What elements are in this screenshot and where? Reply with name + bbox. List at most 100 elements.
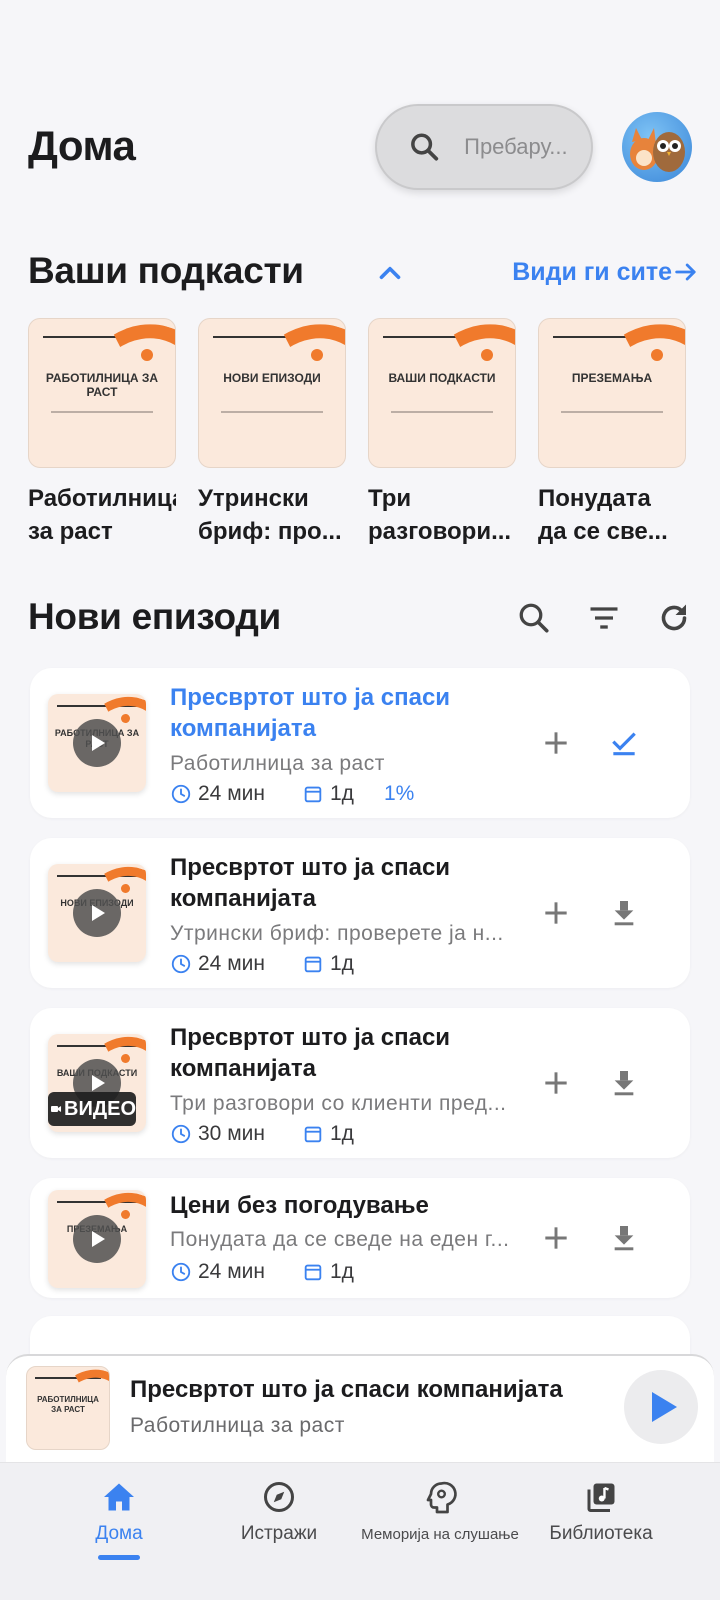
episode-date: 1д (330, 952, 354, 975)
episode-podcast: Три разговори со клиенти пред... (170, 1092, 507, 1115)
episode-date: 1д (330, 782, 354, 805)
episode-date: 1д (330, 1122, 354, 1145)
podcasts-carousel[interactable]: РАБОТИЛНИЦА ЗА РАСТ Работилница за раст … (28, 318, 720, 548)
episode-meta: 24 мин 1д 1% (170, 782, 414, 806)
clock-icon (171, 1124, 191, 1144)
calendar-icon (304, 1264, 322, 1281)
episode-thumbnail: НОВИ ЕПИЗОДИ (48, 864, 146, 962)
podcast-cover: ПРЕЗЕМАЊА (538, 318, 686, 468)
nav-label: Библиотека (549, 1523, 653, 1544)
play-icon[interactable] (73, 1215, 121, 1263)
cover-title: ВАШИ ПОДКАСТИ (388, 371, 496, 385)
calendar-icon (304, 1126, 322, 1143)
add-icon[interactable] (540, 727, 572, 759)
filter-icon[interactable] (586, 600, 622, 636)
library-icon (587, 1483, 615, 1512)
download-icon[interactable] (608, 897, 640, 929)
header: Дома Пребару... (28, 100, 692, 190)
episode-title: Пресвртот што ја спаси компанијата (170, 1024, 451, 1082)
podcast-name: Три разговори... (368, 485, 512, 545)
episode-meta: 24 мин 1д (170, 952, 384, 976)
cover-title: НОВИ ЕПИЗОДИ (223, 371, 321, 385)
see-all-link[interactable]: Види ги сите (512, 258, 672, 287)
clock-icon (171, 954, 191, 974)
mini-player-podcast: Работилница за раст (130, 1414, 345, 1437)
episode-podcast: Утрински бриф: проверете ја н... (170, 922, 504, 945)
download-icon[interactable] (608, 1222, 640, 1254)
podcast-card[interactable]: НОВИ ЕПИЗОДИ Утрински бриф: про... (198, 318, 346, 548)
calendar-icon (304, 956, 322, 973)
calendar-icon (304, 786, 322, 803)
search-icon (411, 133, 439, 161)
podcast-card[interactable]: ВАШИ ПОДКАСТИ Три разговори... (368, 318, 516, 548)
podcast-card[interactable]: ПРЕЗЕМАЊА Понудата да се све... (538, 318, 686, 548)
podcast-name: Утрински бриф: про... (198, 485, 342, 545)
episode-duration: 24 мин (198, 782, 265, 805)
clock-icon (171, 784, 191, 804)
episode-duration: 24 мин (198, 1260, 265, 1283)
home-icon (104, 1483, 134, 1511)
nav-item-home[interactable]: Дома (34, 1479, 204, 1560)
episode-podcast: Понудата да се сведе на еден г... (170, 1228, 510, 1251)
compass-icon (264, 1482, 294, 1512)
podcasts-section-header: Ваши подкасти Види ги сите (28, 250, 696, 300)
avatar[interactable] (622, 112, 692, 182)
mini-player-title: Пресвртот што ја спаси компанијата (130, 1376, 563, 1403)
chevron-up-icon[interactable] (373, 256, 407, 290)
search-icon[interactable] (516, 600, 552, 636)
episode-meta: 24 мин 1д (170, 1260, 384, 1284)
video-badge-label: ВИДЕО (64, 1097, 136, 1120)
podcast-name: Понудата да се све... (538, 485, 668, 545)
episodes-toolbar (516, 600, 692, 636)
podcast-name: Работилница за раст (28, 485, 176, 545)
clock-icon (171, 1262, 191, 1282)
mini-player-cover-title: РАБОТИЛНИЦА ЗА РАСТ (37, 1395, 99, 1414)
mini-player[interactable]: РАБОТИЛНИЦА ЗА РАСТ Пресвртот што ја спа… (6, 1354, 714, 1464)
arrow-right-icon[interactable] (672, 258, 700, 286)
episode-card[interactable]: РАБОТИЛНИЦА ЗА РАСТ Пресвртот што ја спа… (30, 668, 690, 818)
video-badge: ВИДЕО (48, 1092, 136, 1126)
episode-meta: 30 мин 1д (170, 1122, 384, 1146)
nav-item-library[interactable]: Библиотека (516, 1479, 686, 1545)
video-camera-icon (51, 1105, 62, 1113)
play-icon[interactable] (73, 719, 121, 767)
episode-date: 1д (330, 1260, 354, 1283)
podcast-cover: РАБОТИЛНИЦА ЗА РАСТ (28, 318, 176, 468)
podcast-cover: ВАШИ ПОДКАСТИ (368, 318, 516, 468)
episode-podcast: Работилница за раст (170, 752, 385, 775)
play-icon[interactable] (73, 889, 121, 937)
refresh-icon[interactable] (656, 600, 692, 636)
nav-label: Дома (95, 1523, 143, 1544)
nav-item-explore[interactable]: Истражи (194, 1479, 364, 1545)
episode-title: Цени без погодување (170, 1192, 429, 1219)
nav-active-indicator (98, 1555, 140, 1560)
episode-card[interactable]: ПРЕЗЕМАЊА Цени без погодување Понудата д… (30, 1178, 690, 1298)
download-icon[interactable] (608, 1067, 640, 1099)
episode-thumbnail: РАБОТИЛНИЦА ЗА РАСТ (48, 694, 146, 792)
mini-player-cover: РАБОТИЛНИЦА ЗА РАСТ (26, 1366, 110, 1450)
episode-progress: 1% (384, 782, 415, 805)
nav-item-listening-memory[interactable]: Меморија на слушање (354, 1479, 526, 1543)
episode-card[interactable]: НОВИ ЕПИЗОДИ Пресвртот што ја спаси комп… (30, 838, 690, 988)
episode-title: Пресвртот што ја спаси компанијата (170, 684, 451, 742)
nav-label: Истражи (240, 1523, 318, 1544)
add-icon[interactable] (540, 1067, 572, 1099)
check-icon[interactable] (608, 727, 640, 759)
search-bar[interactable]: Пребару... (375, 104, 593, 190)
episodes-section-header: Нови епизоди (28, 596, 692, 651)
add-icon[interactable] (540, 897, 572, 929)
brain-icon (426, 1481, 457, 1514)
nav-label: Меморија на слушање (361, 1526, 519, 1543)
cover-title: РАБОТИЛНИЦА ЗА РАСТ (45, 371, 159, 399)
episode-duration: 30 мин (198, 1122, 265, 1145)
search-placeholder: Пребару... (464, 134, 568, 159)
episode-title: Пресвртот што ја спаси компанијата (170, 854, 451, 912)
play-button[interactable] (624, 1370, 698, 1444)
bottom-nav: Дома Истражи Меморија на слушање Библиот… (0, 1462, 720, 1600)
cover-title: ПРЕЗЕМАЊА (571, 371, 653, 385)
page-title: Дома (28, 122, 136, 169)
episode-card[interactable]: ВАШИ ПОДКАСТИ ВИДЕО Пресвртот што ја спа… (30, 1008, 690, 1158)
add-icon[interactable] (540, 1222, 572, 1254)
podcast-card[interactable]: РАБОТИЛНИЦА ЗА РАСТ Работилница за раст (28, 318, 176, 548)
episode-duration: 24 мин (198, 952, 265, 975)
